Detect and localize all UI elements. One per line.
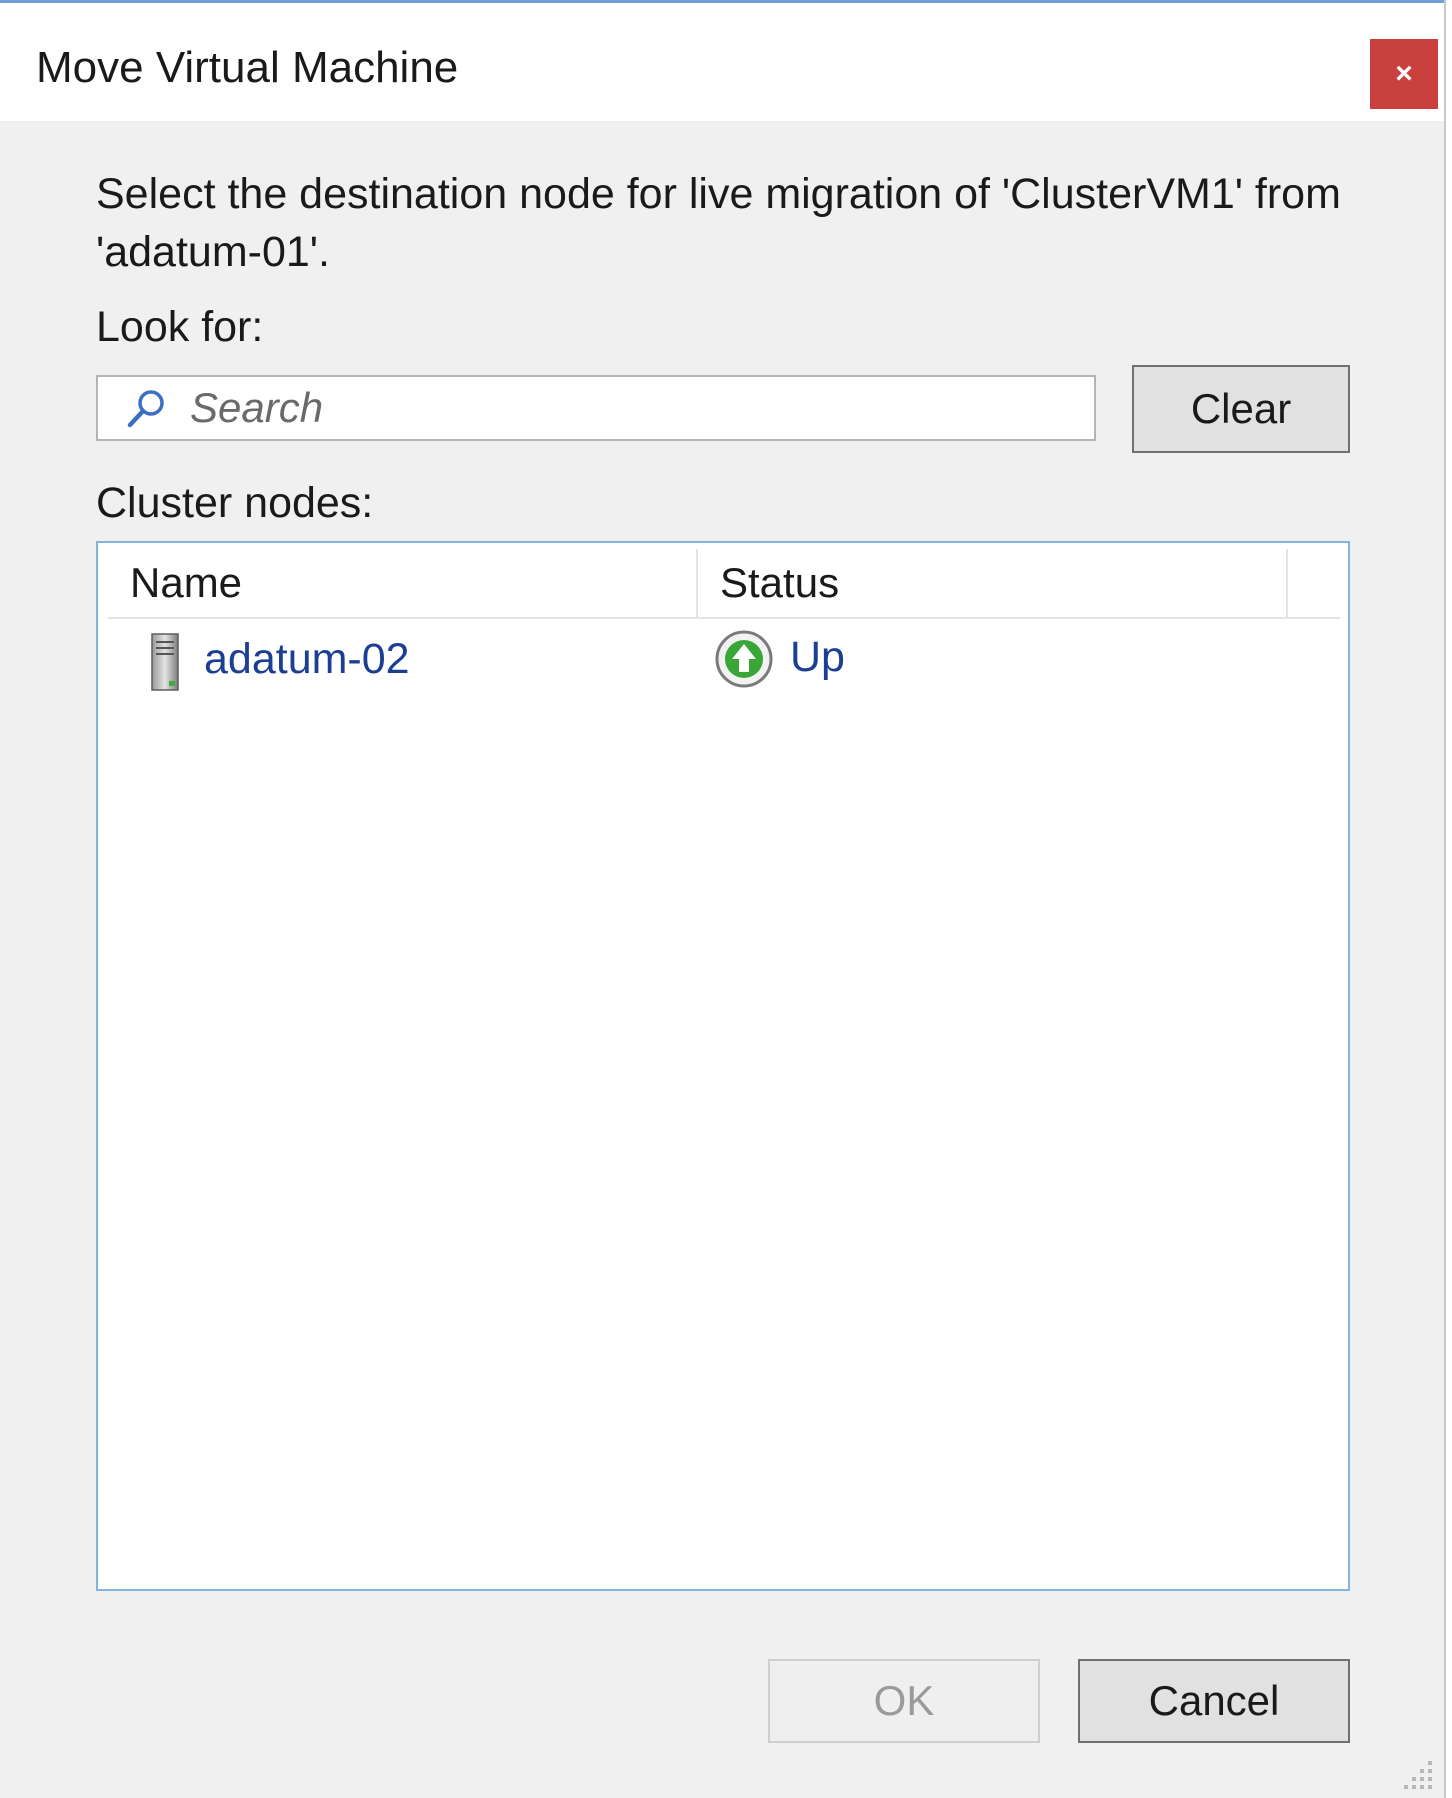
cluster-nodes-label: Cluster nodes: <box>96 479 374 527</box>
close-icon: × <box>1395 57 1413 90</box>
node-status: Up <box>790 633 845 681</box>
cancel-button[interactable]: Cancel <box>1078 1659 1350 1743</box>
status-up-icon <box>715 630 773 688</box>
instruction-text: Select the destination node for live mig… <box>96 170 1341 276</box>
ok-button[interactable]: OK <box>768 1659 1040 1743</box>
search-box[interactable] <box>96 375 1096 441</box>
search-icon <box>127 390 164 428</box>
resize-grip-icon[interactable] <box>1396 1753 1436 1793</box>
title-bar: Move Virtual Machine × <box>0 3 1444 121</box>
search-input[interactable] <box>190 377 1080 439</box>
background-window-edge <box>1444 0 1452 1798</box>
dialog-title: Move Virtual Machine <box>36 43 459 92</box>
column-header-name[interactable]: Name <box>108 549 698 617</box>
cluster-nodes-list[interactable]: Name Status adatum-02 Up <box>96 541 1350 1591</box>
node-name: adatum-02 <box>204 635 410 683</box>
server-icon <box>151 633 179 691</box>
list-item[interactable]: adatum-02 Up <box>108 625 1340 697</box>
ok-button-label: OK <box>873 1677 935 1724</box>
look-for-label: Look for: <box>96 303 264 351</box>
list-header: Name Status <box>108 549 1340 619</box>
move-vm-dialog: Move Virtual Machine × Select the destin… <box>0 0 1444 1798</box>
column-header-status-label: Status <box>720 559 840 606</box>
clear-button[interactable]: Clear <box>1132 365 1350 453</box>
cancel-button-label: Cancel <box>1148 1677 1280 1724</box>
column-header-status[interactable]: Status <box>698 549 1288 617</box>
column-header-name-label: Name <box>130 559 243 606</box>
clear-button-label: Clear <box>1190 385 1292 432</box>
close-button[interactable]: × <box>1370 39 1438 109</box>
